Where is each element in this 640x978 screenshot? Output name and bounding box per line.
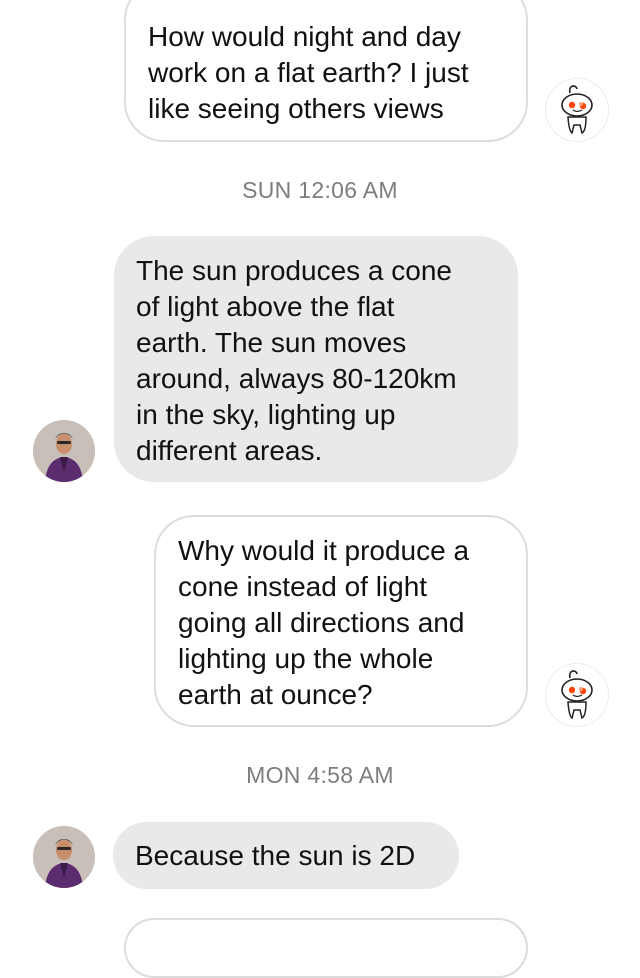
incoming-message-bubble[interactable]: The sun produces a cone of light above t… [114, 236, 518, 482]
person-avatar-icon[interactable] [33, 420, 95, 482]
timestamp: MON 4:58 AM [246, 762, 394, 788]
snoo-avatar-icon[interactable] [545, 663, 609, 727]
person-avatar-icon[interactable] [33, 826, 95, 888]
timestamp: SUN 12:06 AM [242, 177, 398, 203]
outgoing-message-bubble[interactable]: How would night and day work on a flat e… [124, 0, 528, 142]
snoo-avatar-icon[interactable] [545, 78, 609, 142]
outgoing-message-bubble[interactable] [124, 918, 528, 978]
outgoing-message-bubble[interactable]: Why would it produce a cone instead of l… [154, 515, 528, 727]
incoming-message-bubble[interactable]: Because the sun is 2D [113, 822, 459, 889]
